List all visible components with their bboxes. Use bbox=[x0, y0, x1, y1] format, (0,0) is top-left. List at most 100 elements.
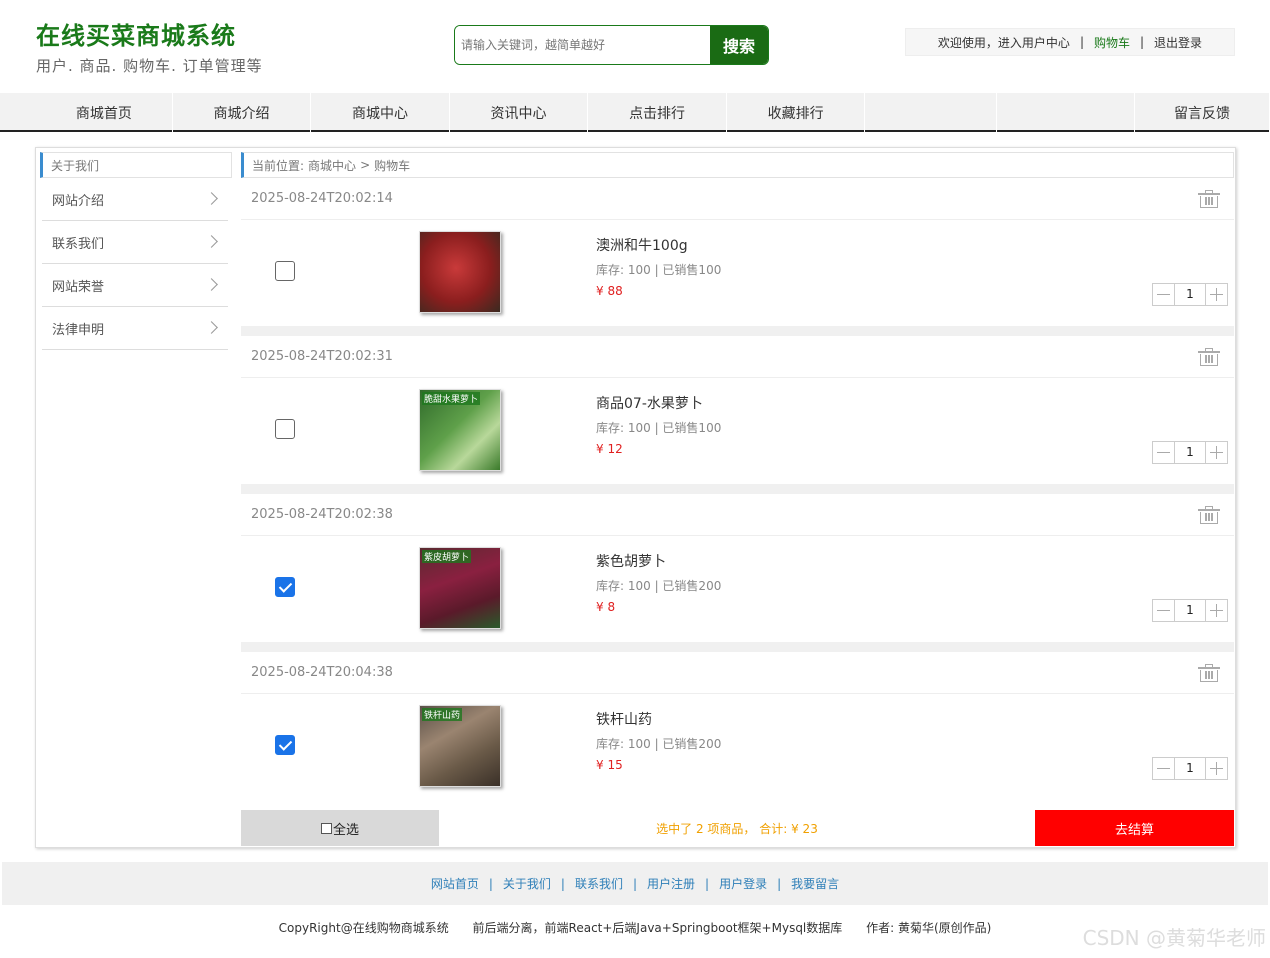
plus-button[interactable] bbox=[1205, 599, 1228, 622]
minus-button[interactable] bbox=[1152, 757, 1175, 780]
nav-intro[interactable]: 商城介绍 bbox=[173, 93, 312, 132]
trash-icon[interactable] bbox=[1198, 347, 1220, 366]
site-subtitle: 用户. 商品. 购物车. 订单管理等 bbox=[36, 57, 263, 75]
product-price: ¥ 15 bbox=[596, 758, 623, 772]
item-checkbox[interactable] bbox=[275, 419, 295, 439]
product-info: 澳洲和牛100g 库存: 100 | 已销售100 ¥ 88 bbox=[596, 235, 721, 298]
cart-link[interactable]: 购物车 bbox=[1094, 34, 1130, 51]
product-stock: 库存: 100 | 已销售100 bbox=[596, 263, 722, 277]
chevron-right-icon bbox=[206, 235, 220, 249]
minus-button[interactable] bbox=[1152, 599, 1175, 622]
quantity-value[interactable]: 1 bbox=[1175, 441, 1205, 464]
site-title: 在线买菜商城系统 bbox=[36, 22, 236, 50]
nav-spacer bbox=[865, 93, 997, 132]
footer-link-about[interactable]: 关于我们 bbox=[503, 875, 551, 892]
main-nav: 商城首页 商城介绍 商城中心 资讯中心 点击排行 收藏排行 留言反馈 bbox=[0, 93, 1270, 132]
sidebar-item-contact[interactable]: 联系我们 bbox=[42, 221, 228, 264]
separator: | bbox=[1079, 35, 1084, 49]
product-image[interactable] bbox=[419, 231, 501, 313]
main-panel: 关于我们 网站介绍 联系我们 网站荣誉 法律申明 当前位置: 商城中心 > 购物… bbox=[35, 147, 1236, 848]
plus-button[interactable] bbox=[1205, 441, 1228, 464]
select-all-checkbox[interactable] bbox=[320, 822, 332, 834]
cart-item-date: 2025-08-24T20:02:31 bbox=[251, 349, 393, 364]
search-button[interactable]: 搜索 bbox=[710, 26, 768, 64]
nav-news[interactable]: 资讯中心 bbox=[450, 93, 589, 132]
breadcrumb-separator: > bbox=[360, 158, 371, 172]
sidebar-item-honor[interactable]: 网站荣誉 bbox=[42, 264, 228, 307]
product-info: 铁杆山药 库存: 100 | 已销售200 ¥ 15 bbox=[596, 709, 721, 772]
minus-button[interactable] bbox=[1152, 441, 1175, 464]
footer-link-home[interactable]: 网站首页 bbox=[431, 875, 479, 892]
item-checkbox[interactable] bbox=[275, 577, 295, 597]
footer-link-message[interactable]: 我要留言 bbox=[791, 875, 839, 892]
product-name[interactable]: 商品07-水果萝卜 bbox=[596, 393, 721, 413]
cart-item-header: 2025-08-24T20:04:38 bbox=[241, 652, 1234, 694]
nav-center[interactable]: 商城中心 bbox=[311, 93, 450, 132]
product-name[interactable]: 紫色胡萝卜 bbox=[596, 551, 721, 571]
quantity-value[interactable]: 1 bbox=[1175, 599, 1205, 622]
trash-icon[interactable] bbox=[1198, 189, 1220, 208]
selection-summary: 选中了 2 项商品， 合计: ¥ 23 bbox=[656, 821, 818, 836]
chevron-right-icon bbox=[206, 192, 220, 206]
divider bbox=[241, 484, 1234, 494]
cart-item-row: 铁杆山药 铁杆山药 库存: 100 | 已销售200 ¥ 15 1 bbox=[241, 695, 1234, 800]
cart-item: 2025-08-24T20:02:14 澳洲和牛100g 库存: 100 | 已… bbox=[241, 178, 1234, 336]
quantity-value[interactable]: 1 bbox=[1175, 757, 1205, 780]
sidebar-item-legal[interactable]: 法律申明 bbox=[42, 307, 228, 350]
cart-item-date: 2025-08-24T20:02:38 bbox=[251, 507, 393, 522]
cart-content: 当前位置: 商城中心 > 购物车 2025-08-24T20:02:14 澳洲和… bbox=[241, 152, 1234, 800]
product-price: ¥ 12 bbox=[596, 442, 623, 456]
product-name[interactable]: 澳洲和牛100g bbox=[596, 235, 721, 255]
author-text: 作者: 黄菊华(原创作品) bbox=[866, 921, 992, 935]
copyright-text: CopyRight@在线购物商城系统 bbox=[278, 921, 449, 935]
product-image-caption: 脆甜水果萝卜 bbox=[422, 392, 481, 405]
item-checkbox[interactable] bbox=[275, 261, 295, 281]
footer-link-register[interactable]: 用户注册 bbox=[647, 875, 695, 892]
nav-hot[interactable]: 点击排行 bbox=[588, 93, 727, 132]
search-bar: 搜索 bbox=[454, 25, 769, 65]
cart-item-row: 澳洲和牛100g 库存: 100 | 已销售100 ¥ 88 1 bbox=[241, 221, 1234, 326]
cart-item-header: 2025-08-24T20:02:38 bbox=[241, 494, 1234, 536]
product-stock: 库存: 100 | 已销售200 bbox=[596, 579, 722, 593]
plus-button[interactable] bbox=[1205, 283, 1228, 306]
cart-item-row: 脆甜水果萝卜 商品07-水果萝卜 库存: 100 | 已销售100 ¥ 12 1 bbox=[241, 379, 1234, 484]
select-all-toggle[interactable]: 全选 bbox=[241, 810, 439, 846]
cart-item: 2025-08-24T20:04:38 铁杆山药 铁杆山药 库存: 100 | … bbox=[241, 652, 1234, 800]
product-image[interactable]: 紫皮胡萝卜 bbox=[419, 547, 501, 629]
user-bar: 欢迎使用，进入用户中心 | 购物车 | 退出登录 bbox=[905, 28, 1235, 56]
plus-button[interactable] bbox=[1205, 757, 1228, 780]
search-input[interactable] bbox=[455, 26, 710, 64]
cart-item-row: 紫皮胡萝卜 紫色胡萝卜 库存: 100 | 已销售200 ¥ 8 1 bbox=[241, 537, 1234, 642]
breadcrumb: 当前位置: 商城中心 > 购物车 bbox=[241, 152, 1234, 178]
quantity-value[interactable]: 1 bbox=[1175, 283, 1205, 306]
nav-home[interactable]: 商城首页 bbox=[0, 93, 173, 132]
product-info: 紫色胡萝卜 库存: 100 | 已销售200 ¥ 8 bbox=[596, 551, 721, 614]
sidebar-item-intro[interactable]: 网站介绍 bbox=[42, 178, 228, 221]
product-name[interactable]: 铁杆山药 bbox=[596, 709, 721, 729]
cart-item-date: 2025-08-24T20:04:38 bbox=[251, 665, 393, 680]
separator: | bbox=[632, 876, 638, 891]
nav-message[interactable]: 留言反馈 bbox=[1135, 93, 1270, 132]
cart-item-header: 2025-08-24T20:02:31 bbox=[241, 336, 1234, 378]
product-image[interactable]: 脆甜水果萝卜 bbox=[419, 389, 501, 471]
product-image[interactable]: 铁杆山药 bbox=[419, 705, 501, 787]
nav-fav[interactable]: 收藏排行 bbox=[727, 93, 866, 132]
logout-link[interactable]: 退出登录 bbox=[1154, 34, 1202, 51]
tech-stack-text: 前后端分离，前端React+后端Java+Springboot框架+Mysql数… bbox=[472, 921, 843, 935]
footer-link-login[interactable]: 用户登录 bbox=[719, 875, 767, 892]
product-info: 商品07-水果萝卜 库存: 100 | 已销售100 ¥ 12 bbox=[596, 393, 721, 456]
divider bbox=[241, 642, 1234, 652]
trash-icon[interactable] bbox=[1198, 505, 1220, 524]
quantity-stepper: 1 bbox=[1152, 757, 1228, 780]
trash-icon[interactable] bbox=[1198, 663, 1220, 682]
item-checkbox[interactable] bbox=[275, 735, 295, 755]
copyright: CopyRight@在线购物商城系统 前后端分离，前端React+后端Java+… bbox=[0, 919, 1270, 936]
sidebar-item-label: 网站荣誉 bbox=[52, 279, 105, 295]
cart-item-date: 2025-08-24T20:02:14 bbox=[251, 191, 393, 206]
footer-link-contact[interactable]: 联系我们 bbox=[575, 875, 623, 892]
brand: 在线买菜商城系统 用户. 商品. 购物车. 订单管理等 bbox=[36, 16, 263, 76]
breadcrumb-level1[interactable]: 商城中心 bbox=[308, 157, 356, 174]
minus-button[interactable] bbox=[1152, 283, 1175, 306]
user-center-link[interactable]: 欢迎使用，进入用户中心 bbox=[938, 34, 1070, 51]
checkout-button[interactable]: 去结算 bbox=[1035, 810, 1234, 846]
